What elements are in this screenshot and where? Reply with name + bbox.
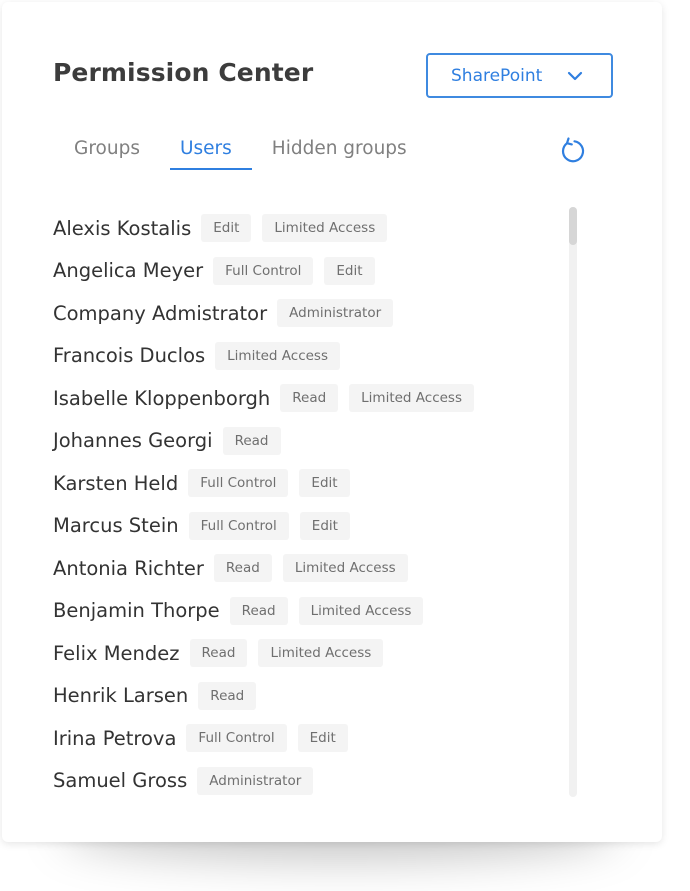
user-name: Antonia Richter: [53, 556, 204, 580]
user-name: Alexis Kostalis: [53, 216, 192, 240]
permission-badge: Limited Access: [215, 341, 341, 370]
user-row[interactable]: Francois Duclos Limited Access: [53, 335, 553, 378]
user-name: Angelica Meyer: [53, 259, 204, 283]
permission-badge: Administrator: [277, 299, 394, 328]
user-list: Alexis Kostalis Edit Limited Access Angelic…: [53, 207, 553, 802]
user-name: Felix Mendez: [53, 641, 180, 665]
user-name: Francois Duclos: [53, 344, 206, 368]
user-row[interactable]: Samuel Gross Administrator: [53, 760, 553, 803]
permission-badge: Read: [189, 639, 248, 668]
user-name: Irina Petrova: [53, 726, 177, 750]
permission-badge: Read: [280, 384, 339, 413]
permission-badge: Read: [222, 426, 281, 455]
user-row[interactable]: Antonia Richter Read Limited Access: [53, 547, 553, 590]
tab-users[interactable]: Users: [160, 132, 252, 170]
user-row[interactable]: Henrik Larsen Read: [53, 675, 553, 718]
user-name: Henrik Larsen: [53, 684, 189, 708]
user-row[interactable]: Felix Mendez Read Limited Access: [53, 632, 553, 675]
permission-badge: Full Control: [213, 256, 314, 285]
permission-badge: Administrator: [197, 766, 314, 795]
user-row[interactable]: Irina Petrova Full Control Edit: [53, 717, 553, 760]
user-row[interactable]: Johannes Georgi Read: [53, 420, 553, 463]
user-name: Marcus Stein: [53, 514, 179, 538]
permission-badge: Limited Access: [258, 639, 384, 668]
user-row[interactable]: Karsten Held Full Control Edit: [53, 462, 553, 505]
tab-bar: Groups Users Hidden groups: [54, 132, 427, 170]
permission-badge: Full Control: [188, 511, 289, 540]
permission-badge: Edit: [324, 256, 375, 285]
scrollbar-thumb[interactable]: [569, 207, 577, 245]
user-row[interactable]: Benjamin Thorpe Read Limited Access: [53, 590, 553, 633]
user-row[interactable]: Marcus Stein Full Control Edit: [53, 505, 553, 548]
permission-badge: Read: [229, 596, 288, 625]
tab-hidden-groups[interactable]: Hidden groups: [252, 132, 427, 170]
user-name: Benjamin Thorpe: [53, 599, 220, 623]
permission-badge: Edit: [297, 724, 348, 753]
user-row[interactable]: Alexis Kostalis Edit Limited Access: [53, 207, 553, 250]
permission-badge: Limited Access: [282, 554, 408, 583]
permission-badge: Read: [198, 681, 257, 710]
permission-badge: Edit: [299, 469, 350, 498]
permission-badge: Edit: [201, 214, 252, 243]
chevron-down-icon: [567, 68, 583, 84]
user-row[interactable]: Isabelle Kloppenborgh Read Limited Access: [53, 377, 553, 420]
site-dropdown-value: SharePoint: [451, 65, 543, 86]
permission-badge: Limited Access: [262, 214, 388, 243]
user-name: Samuel Gross: [53, 769, 188, 793]
user-name: Company Admistrator: [53, 301, 268, 325]
permission-center-panel: Permission Center SharePoint Groups User…: [2, 2, 662, 842]
permission-badge: Full Control: [188, 469, 289, 498]
user-name: Karsten Held: [53, 471, 179, 495]
page-title: Permission Center: [53, 58, 314, 87]
refresh-icon[interactable]: [558, 136, 586, 164]
site-dropdown[interactable]: SharePoint: [426, 53, 613, 98]
user-name: Isabelle Kloppenborgh: [53, 386, 271, 410]
user-row[interactable]: Angelica Meyer Full Control Edit: [53, 250, 553, 293]
user-name: Johannes Georgi: [53, 429, 213, 453]
permission-badge: Limited Access: [298, 596, 424, 625]
permission-badge: Full Control: [186, 724, 287, 753]
permission-badge: Read: [213, 554, 272, 583]
permission-badge: Edit: [299, 511, 350, 540]
tab-groups[interactable]: Groups: [54, 132, 160, 170]
permission-badge: Limited Access: [349, 384, 475, 413]
scrollbar[interactable]: [569, 207, 577, 797]
user-row[interactable]: Company Admistrator Administrator: [53, 292, 553, 335]
